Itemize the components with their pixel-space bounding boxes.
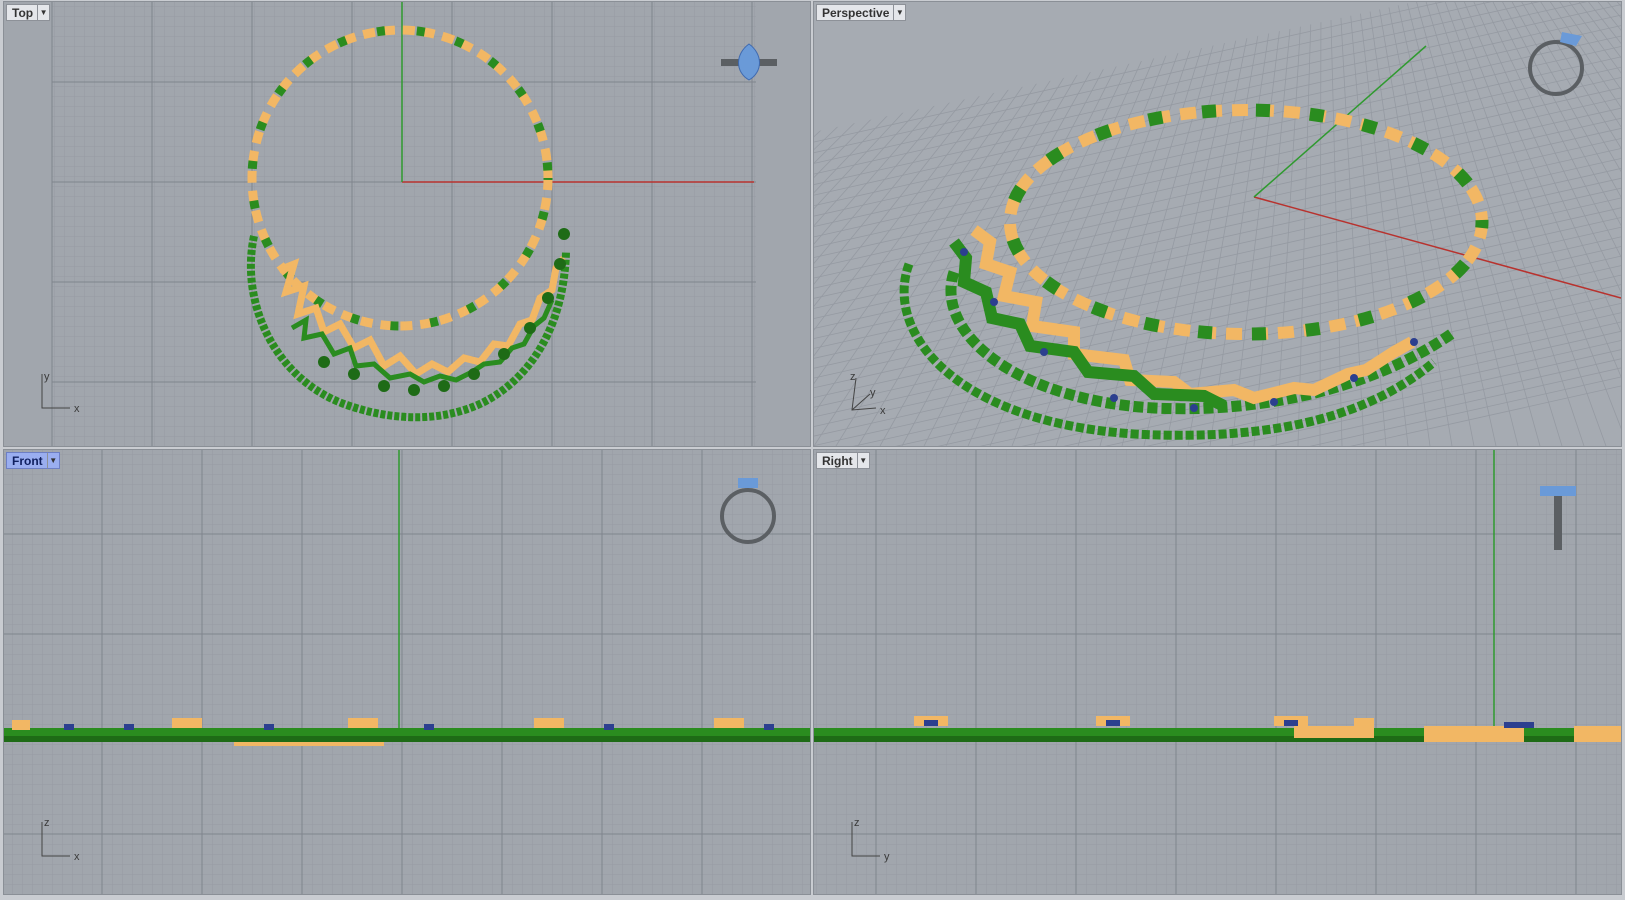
axis-label-b: y xyxy=(870,387,876,399)
persp-grid-svg: z y x xyxy=(814,2,1621,446)
top-grid-svg: y x xyxy=(41,2,777,446)
axis-label-a: z xyxy=(44,817,50,829)
viewport-label-perspective[interactable]: Perspective ▼ xyxy=(816,4,907,21)
chevron-down-icon[interactable]: ▼ xyxy=(46,453,59,468)
chevron-down-icon[interactable]: ▼ xyxy=(37,5,49,20)
viewport-front[interactable]: z x Front ▼ xyxy=(3,449,811,895)
axis-label-b: x xyxy=(74,403,80,415)
front-grid-svg: z x xyxy=(4,450,810,894)
viewport-title: Front xyxy=(12,453,43,468)
axis-label-b: y xyxy=(884,851,890,863)
viewport-perspective[interactable]: z y x Perspective ▼ xyxy=(813,1,1622,447)
grid-minor xyxy=(52,2,756,446)
axis-label-a: z xyxy=(850,371,856,383)
viewport-label-front[interactable]: Front ▼ xyxy=(6,452,60,469)
viewport-title: Perspective xyxy=(822,5,890,20)
axis-label-b: x xyxy=(74,851,80,863)
viewport-right[interactable]: z y Right ▼ xyxy=(813,449,1622,895)
viewport-title: Top xyxy=(12,5,34,20)
right-grid-svg: z y xyxy=(814,450,1621,894)
chevron-down-icon[interactable]: ▼ xyxy=(893,5,905,20)
grid-minor xyxy=(814,450,1621,894)
axis-label-a: y xyxy=(44,371,50,383)
viewport-top[interactable]: y x Top ▼ xyxy=(3,1,811,447)
axis-label-c: x xyxy=(880,405,886,417)
grid-minor xyxy=(4,450,810,894)
chevron-down-icon[interactable]: ▼ xyxy=(856,453,869,468)
axis-label-a: z xyxy=(854,817,860,829)
viewport-label-right[interactable]: Right ▼ xyxy=(816,452,870,469)
viewport-title: Right xyxy=(822,453,853,468)
viewport-label-top[interactable]: Top ▼ xyxy=(6,4,51,21)
